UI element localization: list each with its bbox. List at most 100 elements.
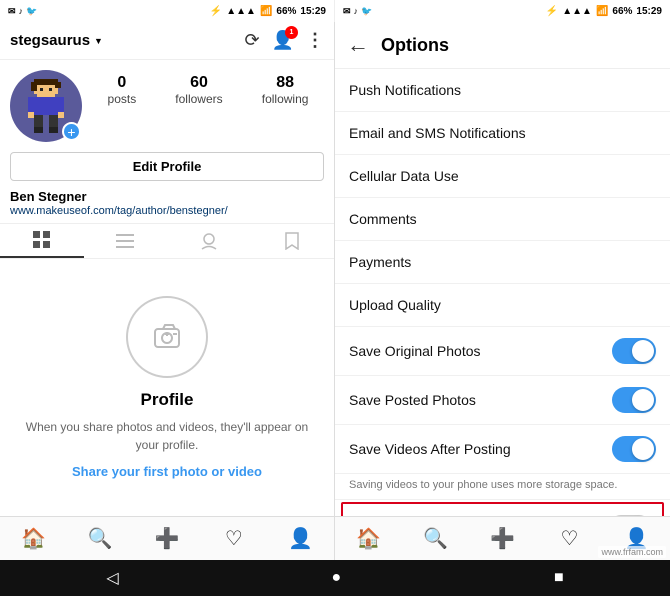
left-header: stegsaurus ▼ ⟳ 👤 1 ⋮ xyxy=(0,22,334,60)
signal-icon-r: ▲▲▲ xyxy=(562,6,592,17)
share-link[interactable]: Share your first photo or video xyxy=(72,464,262,479)
option-payments-label: Payments xyxy=(349,254,411,270)
nav-profile[interactable]: 👤 xyxy=(267,517,334,560)
tab-grid[interactable] xyxy=(0,224,84,258)
option-cellular[interactable]: Cellular Data Use xyxy=(335,155,670,198)
option-comments-label: Comments xyxy=(349,211,417,227)
bluetooth-icon: ⚡ xyxy=(210,6,222,17)
notifications-button[interactable]: 👤 1 xyxy=(272,30,294,51)
username-dropdown-icon: ▼ xyxy=(94,36,103,46)
twitter-icon: 🐦 xyxy=(26,6,37,17)
camera-plus-icon xyxy=(149,319,185,355)
options-title: Options xyxy=(381,35,449,56)
wifi-icon-r: 📶 xyxy=(596,6,608,17)
status-bar-right: ⚡ ▲▲▲ 📶 66% 15:29 xyxy=(210,6,326,17)
person-tag-icon xyxy=(200,232,218,250)
nav-home-r[interactable]: 🏠 xyxy=(335,517,402,560)
show-activity-section: Show Activity Status Allow accounts you … xyxy=(341,502,664,516)
option-upload-quality[interactable]: Upload Quality xyxy=(335,284,670,327)
nav-search-r[interactable]: 🔍 xyxy=(402,517,469,560)
android-back[interactable]: ◁ xyxy=(106,568,118,588)
saving-desc: Saving videos to your phone uses more st… xyxy=(335,474,670,500)
profile-section: + 0 posts 60 followers 88 xyxy=(0,60,334,187)
back-button[interactable]: ← xyxy=(347,32,369,58)
empty-title: Profile xyxy=(141,390,194,410)
empty-description: When you share photos and videos, they'l… xyxy=(20,418,314,454)
twitter-icon-r: 🐦 xyxy=(361,6,372,17)
edit-profile-button[interactable]: Edit Profile xyxy=(10,152,324,181)
music-icon: ♪ xyxy=(19,6,24,16)
following-count: 88 xyxy=(276,74,294,92)
status-bar-right-right: ⚡ ▲▲▲ 📶 66% 15:29 xyxy=(546,6,662,17)
profile-name: Ben Stegner xyxy=(0,187,334,204)
stats-row: 0 posts 60 followers 88 following xyxy=(92,70,324,106)
option-cellular-label: Cellular Data Use xyxy=(349,168,459,184)
tab-list[interactable] xyxy=(84,224,168,258)
option-save-original-label: Save Original Photos xyxy=(349,343,481,359)
battery-level-r: 66% xyxy=(612,6,632,17)
nav-heart-r[interactable]: ♡ xyxy=(536,517,603,560)
posts-count: 0 xyxy=(117,74,126,92)
notification-badge: 1 xyxy=(285,26,298,39)
followers-label: followers xyxy=(175,92,222,106)
bluetooth-icon-r: ⚡ xyxy=(546,6,558,17)
time-display-r: 15:29 xyxy=(636,6,662,17)
option-email-label: Email and SMS Notifications xyxy=(349,125,526,141)
left-bottom-nav: 🏠 🔍 ➕ ♡ 👤 xyxy=(0,516,334,560)
followers-count: 60 xyxy=(190,74,208,92)
following-stat[interactable]: 88 following xyxy=(262,74,309,106)
android-recent[interactable]: ■ xyxy=(554,569,564,587)
signal-icon: ▲▲▲ xyxy=(226,6,256,17)
tab-tagged[interactable] xyxy=(167,224,251,258)
nav-add-r[interactable]: ➕ xyxy=(469,517,536,560)
avatar-pixel-art xyxy=(25,77,67,135)
add-photo-button[interactable]: + xyxy=(62,122,81,141)
list-icon xyxy=(116,234,134,248)
nav-heart[interactable]: ♡ xyxy=(200,517,267,560)
option-save-original[interactable]: Save Original Photos xyxy=(335,327,670,376)
option-payments[interactable]: Payments xyxy=(335,241,670,284)
status-bar-left: ✉ ♪ 🐦 xyxy=(8,6,37,17)
save-posted-toggle[interactable] xyxy=(612,387,656,413)
bookmark-icon xyxy=(285,232,299,250)
profile-tabs xyxy=(0,223,334,259)
watermark: www.frfam.com xyxy=(598,546,666,558)
avatar-container: + xyxy=(10,70,82,142)
time-display: 15:29 xyxy=(300,6,326,17)
posts-label: posts xyxy=(108,92,137,106)
email-icon: ✉ xyxy=(8,6,16,17)
nav-search[interactable]: 🔍 xyxy=(67,517,134,560)
options-list: Push Notifications Email and SMS Notific… xyxy=(335,69,670,516)
camera-circle xyxy=(126,296,208,378)
right-header: ← Options xyxy=(335,22,670,69)
nav-home[interactable]: 🏠 xyxy=(0,517,67,560)
option-push-notifications[interactable]: Push Notifications xyxy=(335,69,670,112)
username-label: stegsaurus xyxy=(10,32,90,49)
save-videos-toggle[interactable] xyxy=(612,436,656,462)
option-save-posted-label: Save Posted Photos xyxy=(349,392,476,408)
option-comments[interactable]: Comments xyxy=(335,198,670,241)
username-row[interactable]: stegsaurus ▼ xyxy=(10,32,103,49)
option-email-sms[interactable]: Email and SMS Notifications xyxy=(335,112,670,155)
followers-stat[interactable]: 60 followers xyxy=(175,74,222,106)
android-nav-bar: ◁ ● ■ xyxy=(0,560,670,596)
option-show-activity[interactable]: Show Activity Status xyxy=(343,504,662,516)
tab-saved[interactable] xyxy=(251,224,335,258)
following-label: following xyxy=(262,92,309,106)
history-icon[interactable]: ⟳ xyxy=(244,30,259,51)
more-options-icon[interactable]: ⋮ xyxy=(306,30,324,51)
profile-link[interactable]: www.makeuseof.com/tag/author/benstegner/ xyxy=(0,204,334,223)
android-home[interactable]: ● xyxy=(331,569,341,587)
music-icon-r: ♪ xyxy=(354,6,359,16)
posts-stat: 0 posts xyxy=(108,74,137,106)
nav-add[interactable]: ➕ xyxy=(134,517,201,560)
battery-level: 66% xyxy=(276,6,296,17)
empty-profile-area: Profile When you share photos and videos… xyxy=(0,259,334,516)
option-save-posted[interactable]: Save Posted Photos xyxy=(335,376,670,425)
header-actions: ⟳ 👤 1 ⋮ xyxy=(244,30,324,51)
save-original-toggle[interactable] xyxy=(612,338,656,364)
option-upload-label: Upload Quality xyxy=(349,297,441,313)
option-push-label: Push Notifications xyxy=(349,82,461,98)
grid-icon xyxy=(33,231,51,249)
option-save-videos[interactable]: Save Videos After Posting xyxy=(335,425,670,474)
